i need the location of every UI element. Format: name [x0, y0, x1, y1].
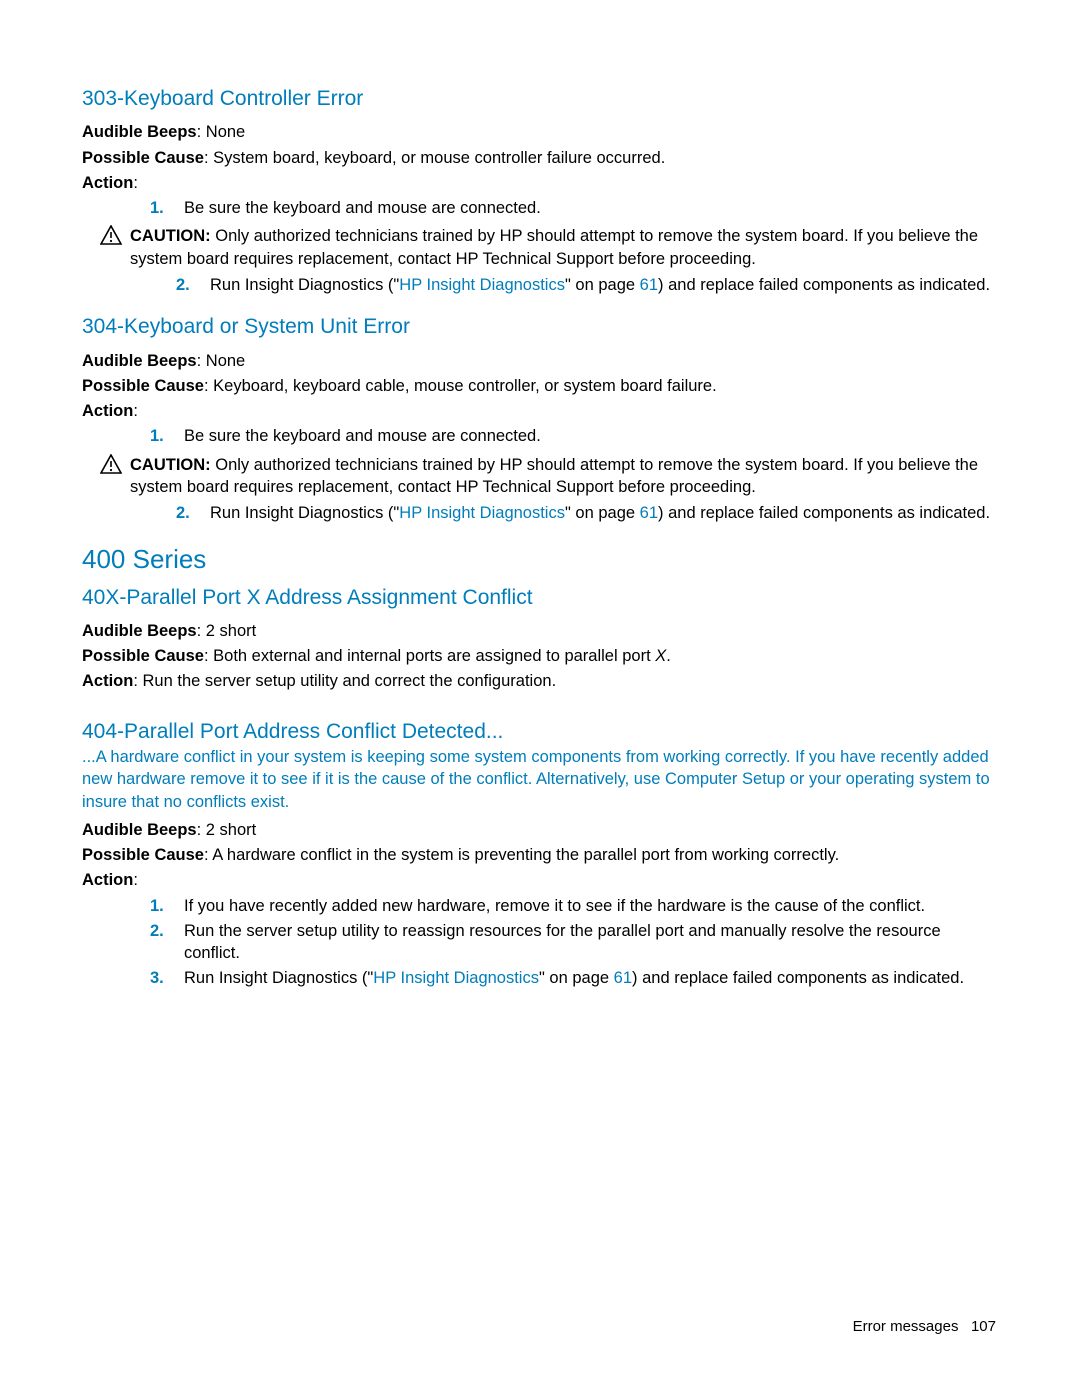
- label-possible-cause: Possible Cause: [82, 846, 204, 864]
- label-audible-beeps: Audible Beeps: [82, 821, 197, 839]
- caution-304: CAUTION: Only authorized technicians tra…: [100, 454, 1000, 499]
- label-caution: CAUTION:: [130, 456, 211, 474]
- list-item: 1. Be sure the keyboard and mouse are con…: [82, 197, 1000, 219]
- cause-40x: Possible Cause: Both external and intern…: [82, 645, 1000, 667]
- link-insight-diagnostics[interactable]: HP Insight Diagnostics: [399, 504, 565, 522]
- desc-404: ...A hardware conflict in your system is…: [82, 746, 1000, 813]
- label-possible-cause: Possible Cause: [82, 647, 204, 665]
- step-number: 1.: [150, 895, 172, 917]
- label-audible-beeps: Audible Beeps: [82, 352, 197, 370]
- steps-304b: 2. Run Insight Diagnostics ("HP Insight D…: [82, 502, 1000, 524]
- text: ) and replace failed components as indic…: [632, 969, 964, 987]
- caution-icon: [100, 225, 122, 251]
- step-text: Run Insight Diagnostics ("HP Insight Dia…: [184, 967, 1000, 989]
- text: : A hardware conflict in the system is p…: [204, 846, 839, 864]
- text: " on page: [539, 969, 614, 987]
- link-page-61[interactable]: 61: [614, 969, 632, 987]
- list-item: 3. Run Insight Diagnostics ("HP Insight D…: [82, 967, 1000, 989]
- caution-303: CAUTION: Only authorized technicians tra…: [100, 225, 1000, 270]
- step-text: Run Insight Diagnostics ("HP Insight Dia…: [210, 274, 1000, 296]
- beeps-40x: Audible Beeps: 2 short: [82, 620, 1000, 642]
- step-text: If you have recently added new hardware,…: [184, 895, 1000, 917]
- text: : None: [197, 123, 246, 141]
- page: 303-Keyboard Controller Error Audible Be…: [0, 0, 1080, 1397]
- footer-label: Error messages: [853, 1318, 959, 1335]
- list-item: 1. If you have recently added new hardwar…: [82, 895, 1000, 917]
- step-number: 2.: [176, 274, 198, 296]
- label-action: Action: [82, 174, 133, 192]
- beeps-304: Audible Beeps: None: [82, 350, 1000, 372]
- text: : Run the server setup utility and corre…: [133, 672, 556, 690]
- step-number: 3.: [150, 967, 172, 989]
- label-action: Action: [82, 402, 133, 420]
- text: : System board, keyboard, or mouse contr…: [204, 149, 665, 167]
- heading-304: 304-Keyboard or System Unit Error: [82, 313, 1000, 341]
- link-page-61[interactable]: 61: [640, 504, 658, 522]
- heading-40x: 40X-Parallel Port X Address Assignment C…: [82, 584, 1000, 612]
- label-action: Action: [82, 672, 133, 690]
- text: Run Insight Diagnostics (": [210, 504, 399, 522]
- heading-303: 303-Keyboard Controller Error: [82, 85, 1000, 113]
- beeps-303: Audible Beeps: None: [82, 121, 1000, 143]
- steps-303: 1. Be sure the keyboard and mouse are con…: [82, 197, 1000, 219]
- cause-404: Possible Cause: A hardware conflict in t…: [82, 844, 1000, 866]
- text: :: [133, 174, 138, 192]
- text: " on page: [565, 276, 640, 294]
- text: Only authorized technicians trained by H…: [130, 456, 978, 496]
- text: Run Insight Diagnostics (": [184, 969, 373, 987]
- cause-303: Possible Cause: System board, keyboard, …: [82, 147, 1000, 169]
- text: :: [133, 402, 138, 420]
- heading-404: 404-Parallel Port Address Conflict Detec…: [82, 718, 1000, 746]
- heading-400-series: 400 Series: [82, 542, 1000, 577]
- text: Run Insight Diagnostics (": [210, 276, 399, 294]
- steps-404: 1. If you have recently added new hardwar…: [82, 895, 1000, 990]
- footer-page-number: 107: [971, 1318, 996, 1335]
- link-page-61[interactable]: 61: [640, 276, 658, 294]
- label-action: Action: [82, 871, 133, 889]
- caution-text: CAUTION: Only authorized technicians tra…: [130, 225, 1000, 270]
- list-item: 2. Run Insight Diagnostics ("HP Insight D…: [82, 274, 1000, 296]
- action-303: Action:: [82, 172, 1000, 194]
- text: " on page: [565, 504, 640, 522]
- action-304: Action:: [82, 400, 1000, 422]
- label-audible-beeps: Audible Beeps: [82, 622, 197, 640]
- text: : Keyboard, keyboard cable, mouse contro…: [204, 377, 717, 395]
- caution-icon: [100, 454, 122, 480]
- link-insight-diagnostics[interactable]: HP Insight Diagnostics: [373, 969, 539, 987]
- steps-304: 1. Be sure the keyboard and mouse are con…: [82, 425, 1000, 447]
- step-text: Be sure the keyboard and mouse are conne…: [184, 425, 1000, 447]
- beeps-404: Audible Beeps: 2 short: [82, 819, 1000, 841]
- step-number: 2.: [150, 920, 172, 965]
- text: : None: [197, 352, 246, 370]
- action-40x: Action: Run the server setup utility and…: [82, 670, 1000, 692]
- step-number: 1.: [150, 425, 172, 447]
- step-number: 1.: [150, 197, 172, 219]
- link-insight-diagnostics[interactable]: HP Insight Diagnostics: [399, 276, 565, 294]
- text: :: [133, 871, 138, 889]
- step-number: 2.: [176, 502, 198, 524]
- steps-303b: 2. Run Insight Diagnostics ("HP Insight D…: [82, 274, 1000, 296]
- label-possible-cause: Possible Cause: [82, 149, 204, 167]
- list-item: 2. Run Insight Diagnostics ("HP Insight D…: [82, 502, 1000, 524]
- action-404: Action:: [82, 869, 1000, 891]
- caution-text: CAUTION: Only authorized technicians tra…: [130, 454, 1000, 499]
- list-item: 2. Run the server setup utility to reassi…: [82, 920, 1000, 965]
- label-caution: CAUTION:: [130, 227, 211, 245]
- step-text: Run the server setup utility to reassign…: [184, 920, 1000, 965]
- variable-x: X: [655, 647, 666, 665]
- label-audible-beeps: Audible Beeps: [82, 123, 197, 141]
- text: : Both external and internal ports are a…: [204, 647, 655, 665]
- step-text: Be sure the keyboard and mouse are conne…: [184, 197, 1000, 219]
- text: ) and replace failed components as indic…: [658, 504, 990, 522]
- cause-304: Possible Cause: Keyboard, keyboard cable…: [82, 375, 1000, 397]
- label-possible-cause: Possible Cause: [82, 377, 204, 395]
- text: ) and replace failed components as indic…: [658, 276, 990, 294]
- text: .: [666, 647, 671, 665]
- list-item: 1. Be sure the keyboard and mouse are con…: [82, 425, 1000, 447]
- text: : 2 short: [197, 622, 257, 640]
- page-footer: Error messages 107: [853, 1317, 996, 1337]
- text: Only authorized technicians trained by H…: [130, 227, 978, 267]
- step-text: Run Insight Diagnostics ("HP Insight Dia…: [210, 502, 1000, 524]
- text: : 2 short: [197, 821, 257, 839]
